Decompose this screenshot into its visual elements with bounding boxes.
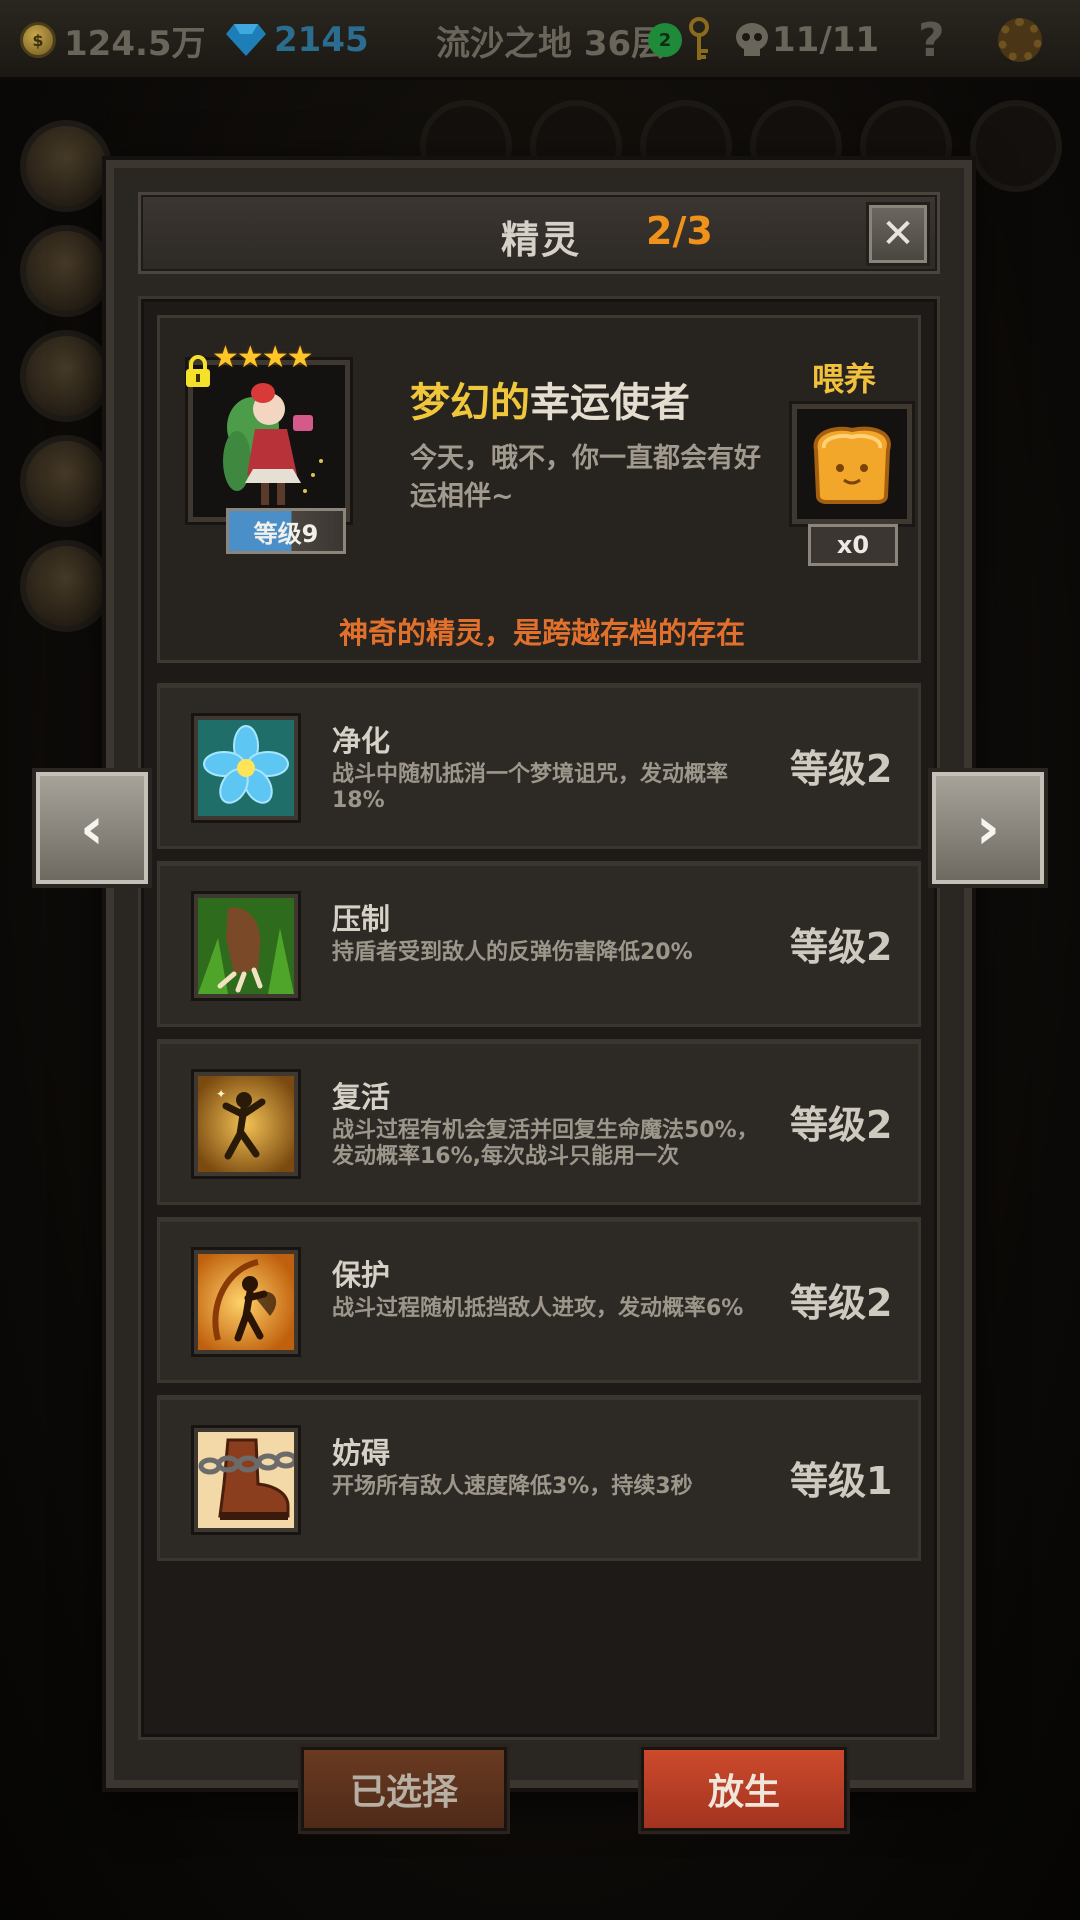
feed-item-slot[interactable] (792, 404, 912, 524)
dialog-title: 精灵 (501, 218, 582, 262)
svg-text:✦: ✦ (216, 1087, 226, 1101)
next-pet-button[interactable]: › (932, 772, 1044, 884)
pet-fairy-image (193, 365, 345, 517)
settings-button[interactable] (998, 16, 1042, 64)
skill-row: 净化 战斗中随机抵消一个梦境诅咒，发动概率18% 等级2 (157, 683, 921, 849)
gear-icon (998, 18, 1042, 62)
claw-icon (194, 894, 298, 998)
chevron-right-icon: › (976, 794, 1000, 862)
skill-level: 等级2 (790, 1103, 893, 1147)
gold-counter: $ 124.5万 (20, 16, 206, 64)
diamond-icon (226, 24, 266, 56)
pet-dialog: 精灵 2/3 ✕ ★★★★ 等级9 梦幻的幸运使者 今天，哦不，你一直都会有好运… (106, 160, 972, 1831)
fairy-shield-icon (194, 1250, 298, 1354)
close-button[interactable]: ✕ (869, 205, 927, 263)
close-icon: ✕ (881, 211, 915, 257)
pet-name-prefix: 梦幻的 (410, 380, 530, 426)
pet-tagline: 神奇的精灵，是跨越存档的存在 (338, 616, 745, 650)
pet-portrait[interactable] (186, 355, 350, 522)
skill-description: 持盾者受到敌人的反弹伤害降低20% (332, 940, 693, 965)
feed-item-count: x0 (808, 524, 898, 566)
skill-name: 保护 (332, 1258, 391, 1292)
dialog-header: 精灵 2/3 ✕ (138, 192, 940, 274)
skill-level: 等级2 (790, 925, 893, 969)
kills-amount: 11/11 (772, 20, 880, 60)
skill-description: 开场所有敌人速度降低3%，持续3秒 (332, 1474, 693, 1499)
pet-page-counter: 2/3 (646, 209, 713, 253)
keys-indicator: 2 (648, 16, 712, 64)
kills-counter: 11/11 (732, 16, 879, 64)
skill-row: 压制 持盾者受到敌人的反弹伤害降低20% 等级2 (157, 861, 921, 1027)
skill-level: 等级2 (790, 1281, 893, 1325)
pet-name-base: 幸运使者 (530, 380, 690, 426)
chained-boot-icon (194, 1428, 298, 1532)
pet-info-panel: ★★★★ 等级9 梦幻的幸运使者 今天，哦不，你一直都会有好运相伴~ 喂养 x0… (157, 315, 921, 663)
keys-badge: 2 (648, 23, 682, 57)
pet-description: 今天，哦不，你一直都会有好运相伴~ (410, 443, 761, 512)
skill-row: 妨碍 开场所有敌人速度降低3%，持续3秒 等级1 (157, 1395, 921, 1561)
lock-icon (186, 355, 210, 387)
skill-level: 等级1 (790, 1459, 893, 1503)
gold-amount: 124.5万 (64, 23, 206, 64)
skill-row: 保护 战斗过程随机抵挡敌人进攻，发动概率6% 等级2 (157, 1217, 921, 1383)
skill-description: 战斗过程随机抵挡敌人进攻，发动概率6% (332, 1296, 744, 1321)
skill-row: ✦ 复活 战斗过程有机会复活并回复生命魔法50%，发动概率16%,每次战斗只能用… (157, 1039, 921, 1205)
location-label: 流沙之地 36层 (436, 23, 666, 64)
previous-pet-button[interactable]: ‹ (36, 772, 148, 884)
chevron-left-icon: ‹ (80, 794, 104, 862)
skill-name: 净化 (332, 724, 391, 758)
help-button[interactable]: ? (918, 13, 945, 67)
gold-coin-icon: $ (20, 22, 56, 58)
release-button[interactable]: 放生 (641, 1747, 847, 1831)
gem-amount: 2145 (274, 20, 369, 60)
selected-button[interactable]: 已选择 (301, 1747, 507, 1831)
skill-name: 妨碍 (332, 1436, 391, 1470)
blue-flower-icon (194, 716, 298, 820)
skill-description: 战斗中随机抵消一个梦境诅咒，发动概率18% (332, 762, 729, 813)
bread-icon (813, 426, 891, 504)
revive-figure-icon: ✦ (194, 1072, 298, 1176)
skill-description: 战斗过程有机会复活并回复生命魔法50%，发动概率16%,每次战斗只能用一次 (332, 1118, 759, 1169)
skill-level: 等级2 (790, 747, 893, 791)
skill-name: 压制 (332, 902, 391, 936)
key-icon (689, 17, 709, 60)
pet-name: 梦幻的幸运使者 (410, 370, 690, 428)
skill-name: 复活 (332, 1080, 391, 1114)
gem-counter: 2145 (226, 16, 369, 64)
top-status-bar: $ 124.5万 2145 流沙之地 36层 2 11/11 ? (0, 0, 1080, 80)
feed-label: 喂养 (812, 360, 877, 398)
pet-level-badge: 等级9 (226, 508, 346, 554)
skull-icon (736, 23, 768, 56)
star-rating: ★★★★ (212, 340, 314, 375)
pet-card: ★★★★ 等级9 梦幻的幸运使者 今天，哦不，你一直都会有好运相伴~ 喂养 x0… (138, 296, 940, 1831)
